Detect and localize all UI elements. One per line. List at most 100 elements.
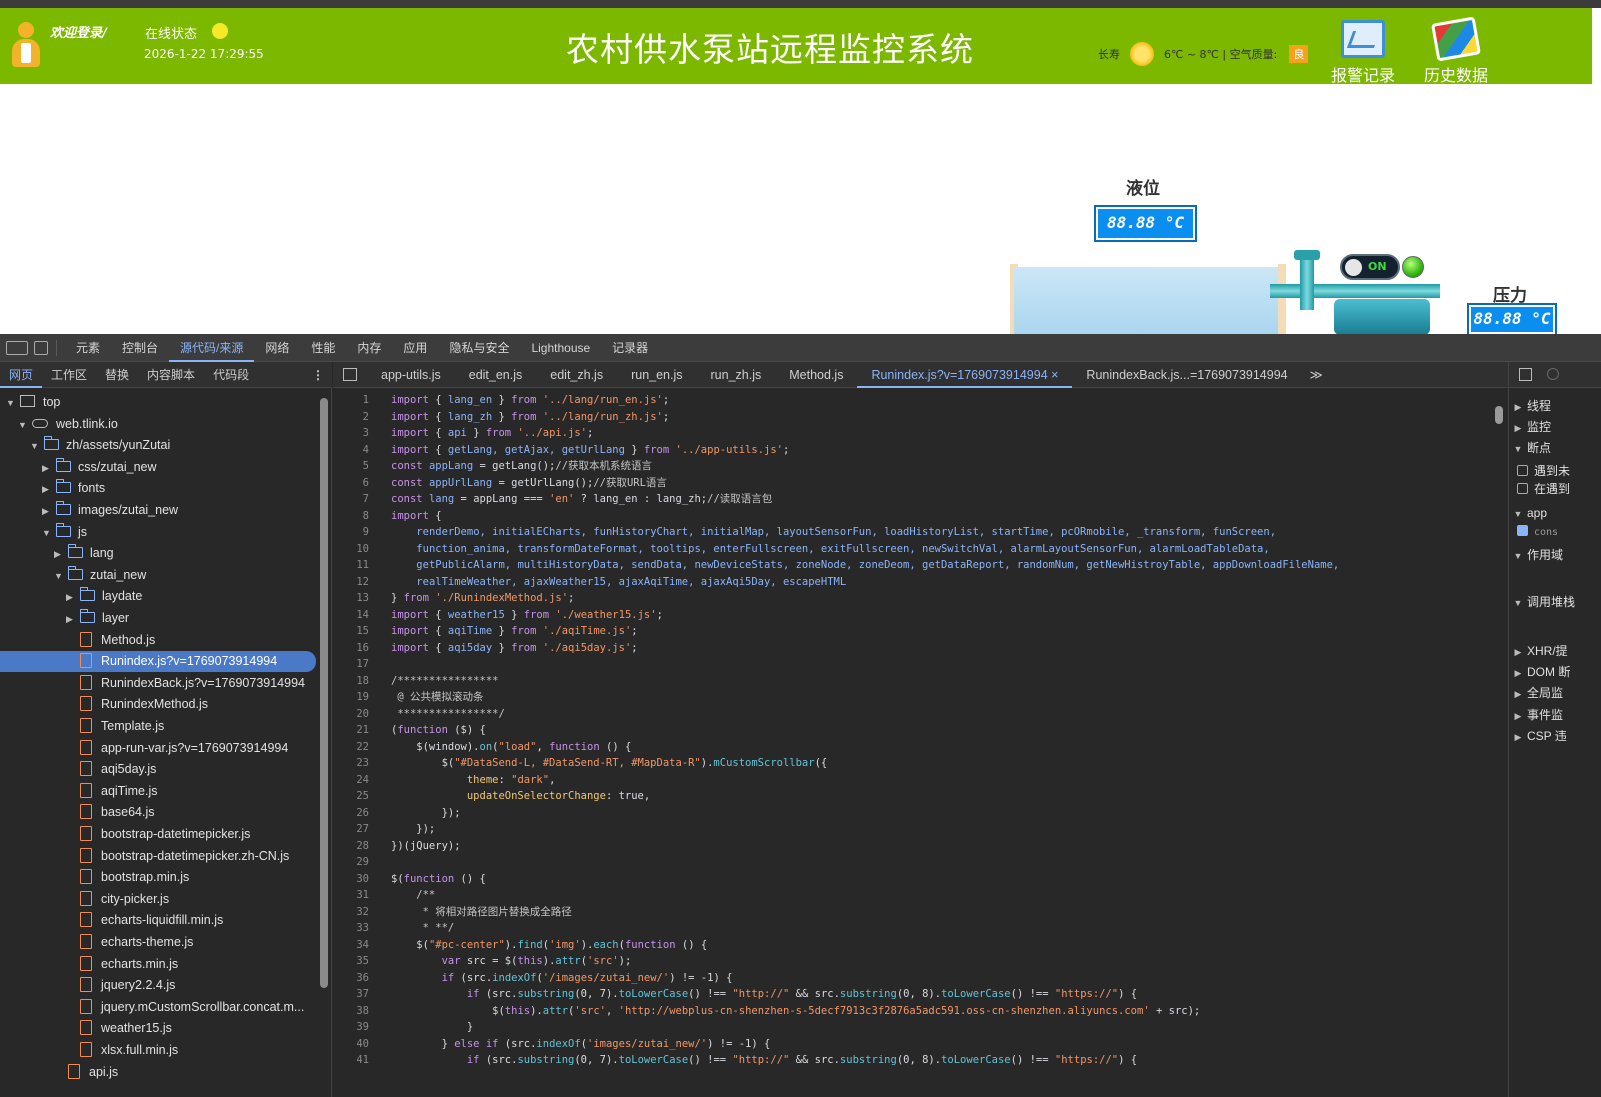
devtools-tab[interactable]: 网络 — [254, 334, 300, 362]
expand-caret-icon[interactable]: ▼ — [1509, 593, 1527, 612]
devtools-tab[interactable]: 源代码/来源 — [169, 334, 255, 362]
checkbox[interactable] — [1517, 525, 1528, 536]
line-number[interactable]: 18 — [333, 673, 391, 690]
line-number[interactable]: 1 — [333, 392, 391, 409]
expand-caret-icon[interactable]: ▶ — [42, 479, 52, 500]
line-number[interactable]: 21 — [333, 722, 391, 739]
navigator-tab[interactable]: 网页 — [0, 362, 43, 388]
line-number[interactable]: 41 — [333, 1052, 391, 1069]
step-icon[interactable] — [1547, 368, 1559, 380]
inspect-element-icon[interactable] — [6, 340, 28, 355]
more-tabs-icon[interactable]: ≫ — [1302, 367, 1331, 382]
expand-caret-icon[interactable]: ▶ — [1509, 397, 1527, 416]
checkbox[interactable] — [1517, 483, 1528, 494]
debugger-section[interactable]: ▼ 调用堆栈 — [1509, 592, 1601, 612]
code-editor[interactable]: 1 import { lang_en } from '../lang/run_en… — [333, 388, 1508, 1097]
line-number[interactable]: 30 — [333, 871, 391, 888]
tree-item[interactable]: ▶ fonts — [0, 478, 316, 499]
tree-item[interactable]: ▼ zh/assets/yunZutai — [0, 435, 316, 456]
tree-item[interactable]: Runindex.js?v=1769073914994 — [0, 651, 316, 673]
debugger-section[interactable]: ▶ 事件监 — [1509, 705, 1601, 725]
debugger-section[interactable]: ▶ XHR/提 — [1509, 641, 1601, 661]
line-number[interactable]: 9 — [333, 524, 391, 541]
devtools-tab[interactable]: 性能 — [300, 334, 346, 362]
tree-item[interactable]: ▶ layer — [0, 608, 316, 629]
tree-item[interactable]: city-picker.js — [0, 889, 316, 910]
expand-caret-icon[interactable]: ▼ — [18, 415, 28, 436]
devtools-tab[interactable]: Lighthouse — [520, 334, 601, 362]
debugger-section[interactable]: ▼ app — [1509, 503, 1601, 523]
devtools-tab[interactable]: 应用 — [392, 334, 438, 362]
file-tree-scrollbar[interactable] — [320, 398, 328, 988]
debugger-section[interactable]: cons — [1509, 521, 1601, 541]
line-number[interactable]: 12 — [333, 574, 391, 591]
toggle-navigator-icon[interactable] — [343, 368, 357, 381]
pump-switch-toggle[interactable]: ON — [1340, 254, 1400, 280]
expand-caret-icon[interactable]: ▶ — [1509, 684, 1527, 703]
tree-item[interactable]: RunindexBack.js?v=1769073914994 — [0, 673, 316, 694]
line-number[interactable]: 19 — [333, 689, 391, 706]
tree-item[interactable]: ▼ js — [0, 522, 316, 543]
expand-caret-icon[interactable]: ▶ — [66, 587, 76, 608]
line-number[interactable]: 5 — [333, 458, 391, 475]
line-number[interactable]: 34 — [333, 937, 391, 954]
debugger-section[interactable]: 遇到未 — [1509, 461, 1601, 481]
expand-caret-icon[interactable]: ▶ — [1509, 663, 1527, 682]
debugger-section[interactable]: ▶ 线程 — [1509, 396, 1601, 416]
expand-caret-icon[interactable]: ▶ — [1509, 418, 1527, 437]
expand-caret-icon[interactable]: ▼ — [1509, 546, 1527, 565]
expand-caret-icon[interactable]: ▼ — [42, 523, 52, 544]
expand-caret-icon[interactable]: ▶ — [42, 458, 52, 479]
devtools-tab[interactable]: 记录器 — [601, 334, 659, 362]
expand-caret-icon[interactable]: ▼ — [6, 393, 16, 414]
expand-caret-icon[interactable]: ▶ — [66, 609, 76, 630]
navigator-tab[interactable]: 替换 — [96, 362, 138, 388]
line-number[interactable]: 2 — [333, 409, 391, 426]
line-number[interactable]: 13 — [333, 590, 391, 607]
line-number[interactable]: 15 — [333, 623, 391, 640]
line-number[interactable]: 23 — [333, 755, 391, 772]
file-tab[interactable]: app-utils.js — [367, 362, 455, 388]
tree-item[interactable]: jquery2.2.4.js — [0, 975, 316, 996]
tree-item[interactable]: ▼ zutai_new — [0, 565, 316, 586]
line-number[interactable]: 11 — [333, 557, 391, 574]
tree-item[interactable]: ▶ images/zutai_new — [0, 500, 316, 521]
history-data-button[interactable]: 历史数据 — [1416, 16, 1496, 86]
expand-caret-icon[interactable]: ▼ — [54, 566, 64, 587]
debugger-section[interactable]: ▶ CSP 违 — [1509, 726, 1601, 746]
line-number[interactable]: 10 — [333, 541, 391, 558]
tree-item[interactable]: Method.js — [0, 630, 316, 651]
tree-item[interactable]: ▼ web.tlink.io — [0, 414, 316, 435]
debugger-section[interactable]: ▶ DOM 断 — [1509, 662, 1601, 682]
more-options-icon[interactable]: ⋮ — [312, 368, 324, 382]
alarm-records-button[interactable]: 报警记录 — [1323, 20, 1403, 86]
tree-item[interactable]: ▶ lang — [0, 543, 316, 564]
file-tab[interactable]: run_zh.js — [697, 362, 776, 388]
navigator-tab[interactable]: 工作区 — [42, 362, 96, 388]
devtools-tab[interactable]: 内存 — [346, 334, 392, 362]
line-number[interactable]: 29 — [333, 854, 391, 871]
devtools-tab[interactable]: 隐私与安全 — [438, 334, 520, 362]
line-number[interactable]: 22 — [333, 739, 391, 756]
file-tab[interactable]: RunindexBack.js...=1769073914994 — [1072, 362, 1301, 388]
tree-item[interactable]: app-run-var.js?v=1769073914994 — [0, 738, 316, 759]
line-number[interactable]: 24 — [333, 772, 391, 789]
line-number[interactable]: 39 — [333, 1019, 391, 1036]
line-number[interactable]: 16 — [333, 640, 391, 657]
user-avatar-icon[interactable] — [12, 22, 40, 68]
editor-scrollbar[interactable] — [1495, 406, 1503, 424]
debugger-section[interactable]: ▶ 监控 — [1509, 417, 1601, 437]
line-number[interactable]: 14 — [333, 607, 391, 624]
tree-item[interactable]: bootstrap-datetimepicker.zh-CN.js — [0, 846, 316, 867]
line-number[interactable]: 40 — [333, 1036, 391, 1053]
line-number[interactable]: 6 — [333, 475, 391, 492]
line-number[interactable]: 4 — [333, 442, 391, 459]
expand-caret-icon[interactable]: ▶ — [1509, 727, 1527, 746]
expand-caret-icon[interactable]: ▼ — [1509, 439, 1527, 458]
navigator-tab[interactable]: 内容脚本 — [138, 362, 204, 388]
tree-item[interactable]: aqi5day.js — [0, 759, 316, 780]
line-number[interactable]: 17 — [333, 656, 391, 673]
line-number[interactable]: 20 — [333, 706, 391, 723]
debugger-section[interactable]: ▼ 作用域 — [1509, 545, 1601, 565]
tree-item[interactable]: bootstrap-datetimepicker.js — [0, 824, 316, 845]
